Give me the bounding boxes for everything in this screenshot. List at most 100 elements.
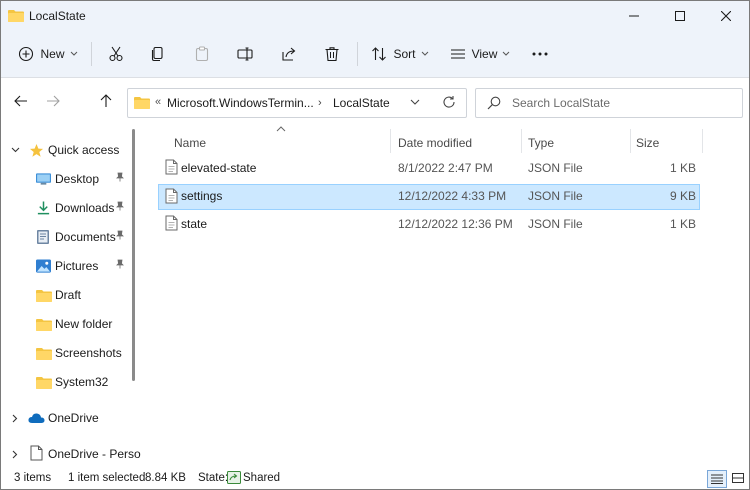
command-bar: New Sort View xyxy=(1,31,749,78)
share-button[interactable] xyxy=(276,39,302,69)
copy-button[interactable] xyxy=(145,39,171,69)
column-header-date[interactable]: Date modified xyxy=(398,131,472,155)
view-button[interactable]: View xyxy=(449,39,511,69)
list-view-icon xyxy=(450,49,465,59)
breadcrumb-separator[interactable]: › xyxy=(318,97,322,109)
new-button[interactable]: New xyxy=(15,39,81,69)
state-value: Shared xyxy=(243,472,281,484)
maximize-icon xyxy=(675,11,685,21)
breadcrumb-overflow[interactable]: « xyxy=(155,96,161,108)
sidebar-item-label: OneDrive - Perso xyxy=(48,447,141,461)
scissors-icon xyxy=(109,46,123,62)
sidebar-item-system32[interactable]: System32 xyxy=(1,371,129,393)
cut-button[interactable] xyxy=(103,39,129,69)
minimize-button[interactable] xyxy=(611,1,657,31)
file-size: 1 KB xyxy=(669,217,696,231)
folder-icon xyxy=(8,10,24,22)
column-divider[interactable] xyxy=(702,129,703,153)
sidebar-item-label: Downloads xyxy=(55,201,115,215)
sidebar-item-pictures[interactable]: Pictures xyxy=(1,255,129,277)
file-icon xyxy=(165,188,178,204)
sidebar-item-label: Desktop xyxy=(55,172,100,186)
clipboard-icon xyxy=(195,46,209,62)
search-input[interactable]: Search LocalState xyxy=(512,96,610,110)
sidebar-item-onedrive[interactable]: OneDrive xyxy=(1,407,129,429)
selection-size: 8.84 KB xyxy=(145,472,186,484)
state-label: State: xyxy=(198,472,229,484)
more-icon xyxy=(532,52,548,56)
navigation-pane: Quick access Desktop Downloads Documents… xyxy=(1,126,141,466)
documents-icon xyxy=(36,229,50,248)
file-date: 12/12/2022 4:33 PM xyxy=(398,189,507,203)
tiles-view-button[interactable] xyxy=(729,470,747,486)
more-options-button[interactable] xyxy=(527,39,553,69)
column-divider[interactable] xyxy=(630,129,631,153)
chevron-right-icon xyxy=(12,414,18,423)
copy-icon xyxy=(151,46,163,62)
file-size: 9 KB xyxy=(669,189,696,203)
rename-button[interactable] xyxy=(232,39,258,69)
sort-ascending-icon[interactable] xyxy=(276,126,286,132)
download-icon xyxy=(36,200,51,219)
chevron-right-icon xyxy=(12,450,18,459)
shared-icon xyxy=(227,471,241,487)
table-row[interactable]: settings 12/12/2022 4:33 PM JSON File 9 … xyxy=(158,184,700,210)
file-name: settings xyxy=(181,189,223,203)
sidebar-item-label: Quick access xyxy=(48,143,120,157)
share-icon xyxy=(282,47,296,61)
column-divider[interactable] xyxy=(521,129,522,153)
sidebar-item-onedrive-personal[interactable]: OneDrive - Perso xyxy=(1,443,141,465)
sidebar-item-downloads[interactable]: Downloads xyxy=(1,197,129,219)
search-icon xyxy=(487,96,501,110)
breadcrumb-segment[interactable]: LocalState xyxy=(333,96,390,110)
column-header-size[interactable]: Size xyxy=(636,131,659,155)
refresh-icon[interactable] xyxy=(442,95,456,109)
tiles-view-icon xyxy=(732,473,744,483)
sidebar-item-label: Screenshots xyxy=(55,346,122,360)
sidebar-item-label: OneDrive xyxy=(48,411,99,425)
file-name: state xyxy=(181,217,208,231)
sidebar-item-draft[interactable]: Draft xyxy=(1,284,129,306)
sidebar-item-label: System32 xyxy=(55,375,109,389)
details-view-button[interactable] xyxy=(707,470,727,488)
sidebar-item-new-folder[interactable]: New folder xyxy=(1,313,129,335)
paste-button[interactable] xyxy=(189,39,215,69)
chevron-down-icon xyxy=(421,51,428,56)
column-header-name[interactable]: Name xyxy=(174,131,206,155)
sidebar-item-documents[interactable]: Documents xyxy=(1,226,129,248)
sidebar-item-label: Documents xyxy=(55,230,116,244)
delete-button[interactable] xyxy=(319,39,345,69)
pin-icon xyxy=(115,230,125,243)
file-icon xyxy=(165,159,178,175)
table-row[interactable]: state 12/12/2022 12:36 PM JSON File 1 KB xyxy=(159,212,699,236)
sort-button[interactable]: Sort xyxy=(369,39,431,69)
table-row[interactable]: elevated-state 8/1/2022 2:47 PM JSON Fil… xyxy=(159,156,699,180)
column-header-type[interactable]: Type xyxy=(528,131,554,155)
arrow-left-icon xyxy=(14,95,27,107)
chevron-down-icon xyxy=(503,51,510,56)
file-list: Name Date modified Type Size elevated-st… xyxy=(141,126,749,466)
close-button[interactable] xyxy=(703,1,749,31)
breadcrumb-segment[interactable]: Microsoft.WindowsTermin... xyxy=(167,96,314,110)
status-bar: 3 items 1 item selected 8.84 KB State: S… xyxy=(1,467,749,489)
maximize-button[interactable] xyxy=(657,1,703,31)
up-button[interactable] xyxy=(95,90,117,112)
sidebar-scrollbar[interactable] xyxy=(132,129,135,381)
column-divider[interactable] xyxy=(390,129,391,153)
search-box[interactable]: Search LocalState xyxy=(475,88,743,118)
address-bar[interactable]: « Microsoft.WindowsTermin... › LocalStat… xyxy=(127,88,467,118)
chevron-down-icon[interactable] xyxy=(410,97,420,107)
desktop-icon xyxy=(36,172,51,189)
back-button[interactable] xyxy=(10,90,32,112)
forward-button[interactable] xyxy=(42,90,64,112)
close-icon xyxy=(721,11,731,21)
sidebar-item-screenshots[interactable]: Screenshots xyxy=(1,342,129,364)
file-date: 8/1/2022 2:47 PM xyxy=(398,161,493,175)
file-size: 1 KB xyxy=(669,161,696,175)
window-title: LocalState xyxy=(29,9,86,23)
sidebar-item-quick-access[interactable]: Quick access xyxy=(1,139,129,161)
new-label: New xyxy=(40,47,65,61)
address-row: « Microsoft.WindowsTermin... › LocalStat… xyxy=(1,78,749,124)
pin-icon xyxy=(115,172,125,185)
sidebar-item-desktop[interactable]: Desktop xyxy=(1,168,129,190)
